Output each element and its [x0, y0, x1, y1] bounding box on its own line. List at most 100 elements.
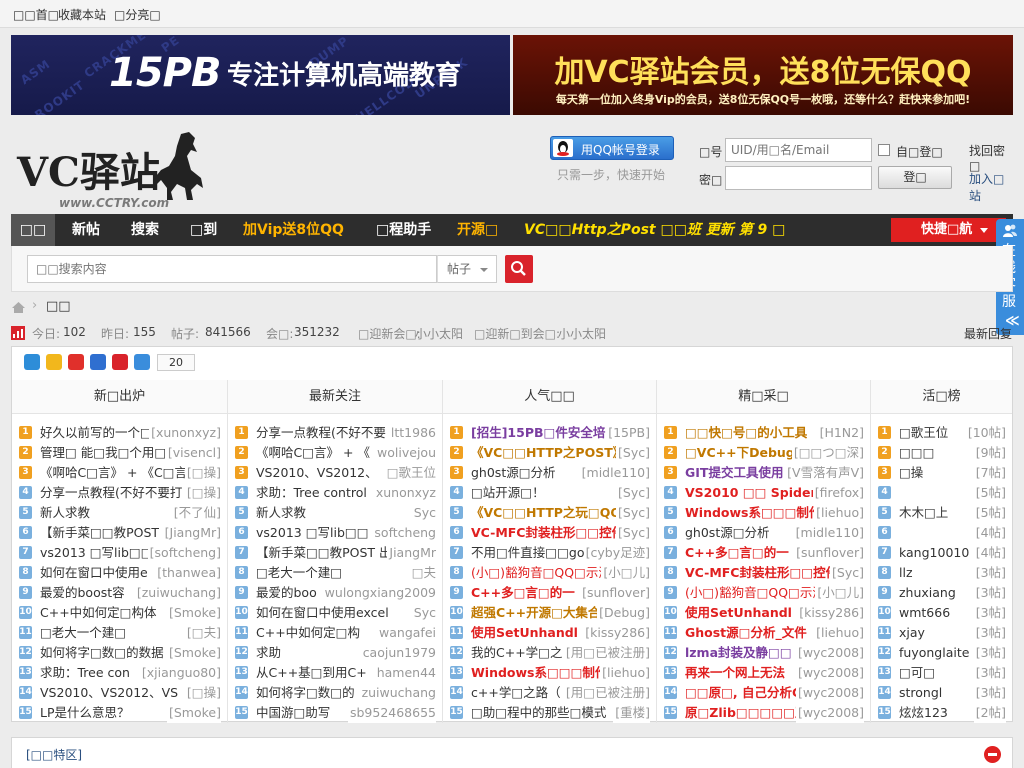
- topic-row[interactable]: 12 求助 caojun1979: [228, 643, 442, 663]
- author-name[interactable]: [midle110]: [793, 523, 864, 543]
- author-name[interactable]: [Syc]: [616, 483, 650, 503]
- topic-row[interactable]: 9 最爱的boo wulongxiang2009: [228, 583, 442, 603]
- topic-title-link[interactable]: GIT提交工具使用: [685, 463, 783, 483]
- topic-title-link[interactable]: □站开源□！: [471, 483, 545, 503]
- topic-row[interactable]: 11 Ghost源□分析_文件 [liehuo]: [657, 623, 870, 643]
- topic-title-link[interactable]: c++学□之路（: [471, 683, 561, 703]
- author-name[interactable]: [Smoke]: [167, 603, 221, 623]
- topic-title-link[interactable]: (小□)豁狗音□QQ□示源: [471, 563, 611, 583]
- topic-row[interactable]: 5 新人求教 [不了仙]: [12, 503, 227, 523]
- topic-row[interactable]: 10 使用SetUnhandl [kissy286]: [657, 603, 870, 623]
- author-name[interactable]: [小□儿]: [815, 583, 864, 603]
- topic-title-link[interactable]: 求助: [256, 643, 281, 663]
- topic-title-link[interactable]: LP是什么意思？: [40, 703, 130, 723]
- member-name-link[interactable]: xjay: [899, 623, 925, 643]
- topic-title-link[interactable]: 我的C++学□之: [471, 643, 563, 663]
- topic-title-link[interactable]: □VC++下Debug模: [685, 443, 807, 463]
- topic-title-link[interactable]: VS2010、VS2012、VS: [40, 683, 178, 703]
- author-name[interactable]: [□操]: [184, 483, 221, 503]
- topic-title-link[interactable]: 超强C++开源□大集合: [471, 603, 600, 623]
- topic-title-link[interactable]: Windows系□□□制作: [685, 503, 821, 523]
- topic-title-link[interactable]: VS2010、VS2012、: [256, 463, 378, 483]
- author-name[interactable]: Syc: [411, 503, 436, 523]
- newest-member-link[interactable]: 小小太阳: [415, 325, 463, 342]
- topic-title-link[interactable]: 《啊哈C□言》 + 《C□言: [40, 463, 187, 483]
- author-name[interactable]: [liehuo]: [814, 503, 864, 523]
- author-name[interactable]: [Syc]: [830, 563, 864, 583]
- topic-row[interactable]: 5 Windows系□□□制作 [liehuo]: [657, 503, 870, 523]
- topic-title-link[interactable]: 使用SetUnhandl: [685, 603, 792, 623]
- author-name[interactable]: caojun1979: [360, 643, 436, 663]
- collapse-icon[interactable]: [984, 746, 1001, 763]
- topic-title-link[interactable]: C++中如何定□构体: [40, 603, 157, 623]
- topic-title-link[interactable]: vs2013 □写lib□□: [256, 523, 369, 543]
- ranking-row[interactable]: 2 □□□ [9帖]: [871, 443, 1012, 463]
- topic-title-link[interactable]: 最爱的boo: [256, 583, 317, 603]
- nav-item-open-source[interactable]: 开源□: [457, 214, 498, 246]
- ranking-row[interactable]: 6 [4帖]: [871, 523, 1012, 543]
- topic-row[interactable]: 6 VC-MFC封装柱形□□控件 [Syc]: [443, 523, 656, 543]
- topic-row[interactable]: 4 分享一点教程(不好不要打 [□操]: [12, 483, 227, 503]
- topic-title-link[interactable]: (小□)豁狗音□QQ□示源: [685, 583, 825, 603]
- topic-row[interactable]: 14 如何将字□数□的 zuiwuchang: [228, 683, 442, 703]
- newest-checkin-link[interactable]: 小小太阳: [558, 325, 606, 342]
- author-name[interactable]: [Smoke]: [167, 643, 221, 663]
- topic-row[interactable]: 2 《啊哈C□言》 + 《 wolivejou: [228, 443, 442, 463]
- nav-item-checkin[interactable]: □到: [190, 214, 217, 246]
- author-name[interactable]: □夫: [409, 563, 436, 583]
- author-name[interactable]: [Syc]: [616, 503, 650, 523]
- author-name[interactable]: [wyc2008]: [795, 643, 864, 663]
- ranking-row[interactable]: 13 □可□ [3帖]: [871, 663, 1012, 683]
- topic-row[interactable]: 1 分享一点教程(不好不要 ltt1986: [228, 423, 442, 443]
- member-name-link[interactable]: kang10010: [899, 543, 969, 563]
- author-name[interactable]: JiangMr: [387, 543, 436, 563]
- author-name[interactable]: [zuiwuchang]: [134, 583, 221, 603]
- topic-title-link[interactable]: [招生]15PB□件安全培□: [471, 423, 617, 443]
- ranking-row[interactable]: 11 xjay [3帖]: [871, 623, 1012, 643]
- author-name[interactable]: [V雪落有声V]: [785, 463, 864, 483]
- author-name[interactable]: [sunflover]: [580, 583, 650, 603]
- topic-row[interactable]: 11 □老大一个建□ [□夫]: [12, 623, 227, 643]
- favorite-link[interactable]: 收藏本站: [58, 6, 106, 23]
- topic-row[interactable]: 6 gh0st源□分析 [midle110]: [657, 523, 870, 543]
- topic-title-link[interactable]: 管理□ 能□我□个用□名: [40, 443, 179, 463]
- author-name[interactable]: [kissy286]: [797, 603, 864, 623]
- topic-row[interactable]: 12 如何将字□数□的数据 [Smoke]: [12, 643, 227, 663]
- ranking-row[interactable]: 7 kang10010 [4帖]: [871, 543, 1012, 563]
- ranking-row[interactable]: 4 [5帖]: [871, 483, 1012, 503]
- topic-title-link[interactable]: □□快□号□的小工具: [685, 423, 807, 443]
- topic-row[interactable]: 7 【新手菜□□教POST 出 JiangMr: [228, 543, 442, 563]
- author-name[interactable]: [用□已被注册]: [563, 683, 650, 703]
- topic-row[interactable]: 14 □□原□, 自己分析G [wyc2008]: [657, 683, 870, 703]
- topic-title-link[interactable]: C++多□言□的一: [471, 583, 575, 603]
- author-name[interactable]: [cyby足迹]: [583, 543, 650, 563]
- topic-title-link[interactable]: 《啊哈C□言》 + 《: [256, 443, 370, 463]
- member-name-link[interactable]: strongl: [899, 683, 942, 703]
- banner-vip-promo[interactable]: 加VC驿站会员，送8位无保QQ 每天第一位加入终身Vip的会员，送8位无保QQ号…: [513, 35, 1013, 115]
- author-name[interactable]: [小□儿]: [601, 563, 650, 583]
- author-name[interactable]: xunonxyz: [373, 483, 436, 503]
- topic-row[interactable]: 14 c++学□之路（ [用□已被注册]: [443, 683, 656, 703]
- author-name[interactable]: [wyc2008]: [795, 663, 864, 683]
- autologin-checkbox[interactable]: [878, 144, 890, 156]
- author-name[interactable]: [JiangMr]: [162, 523, 221, 543]
- ranking-row[interactable]: 3 □操 [7帖]: [871, 463, 1012, 483]
- qq-login-button[interactable]: 用QQ帐号登录: [550, 136, 674, 160]
- topic-title-link[interactable]: VC-MFC封装柱形□□控件: [685, 563, 838, 583]
- nav-item-vip[interactable]: 加Vip送8位QQ: [243, 214, 344, 246]
- topic-title-link[interactable]: 再来一个网上无法: [685, 663, 785, 683]
- topic-title-link[interactable]: 如何将字□数□的数据: [40, 643, 164, 663]
- nav-item-course-update[interactable]: VC□□Http之Post □□班 更新 第 9 □: [524, 214, 785, 246]
- member-name-link[interactable]: 木木□上: [899, 503, 948, 523]
- renren-share-icon[interactable]: [90, 354, 106, 370]
- topic-row[interactable]: 14 VS2010、VS2012、VS [□操]: [12, 683, 227, 703]
- topic-title-link[interactable]: lzma封装及静□□: [685, 643, 792, 663]
- qq-space-share-icon[interactable]: [46, 354, 62, 370]
- topic-title-link[interactable]: VS2010 □□ Spider: [685, 483, 817, 503]
- topic-row[interactable]: 13 Windows系□□□制作 [liehuo]: [443, 663, 656, 683]
- author-name[interactable]: [xunonxyz]: [149, 423, 221, 443]
- topic-row[interactable]: 3 gh0st源□分析 [midle110]: [443, 463, 656, 483]
- author-name[interactable]: [wyc2008]: [795, 683, 864, 703]
- topic-row[interactable]: 6 【新手菜□□教POST [JiangMr]: [12, 523, 227, 543]
- topic-row[interactable]: 2 《VC□□HTTP之POST》 [Syc]: [443, 443, 656, 463]
